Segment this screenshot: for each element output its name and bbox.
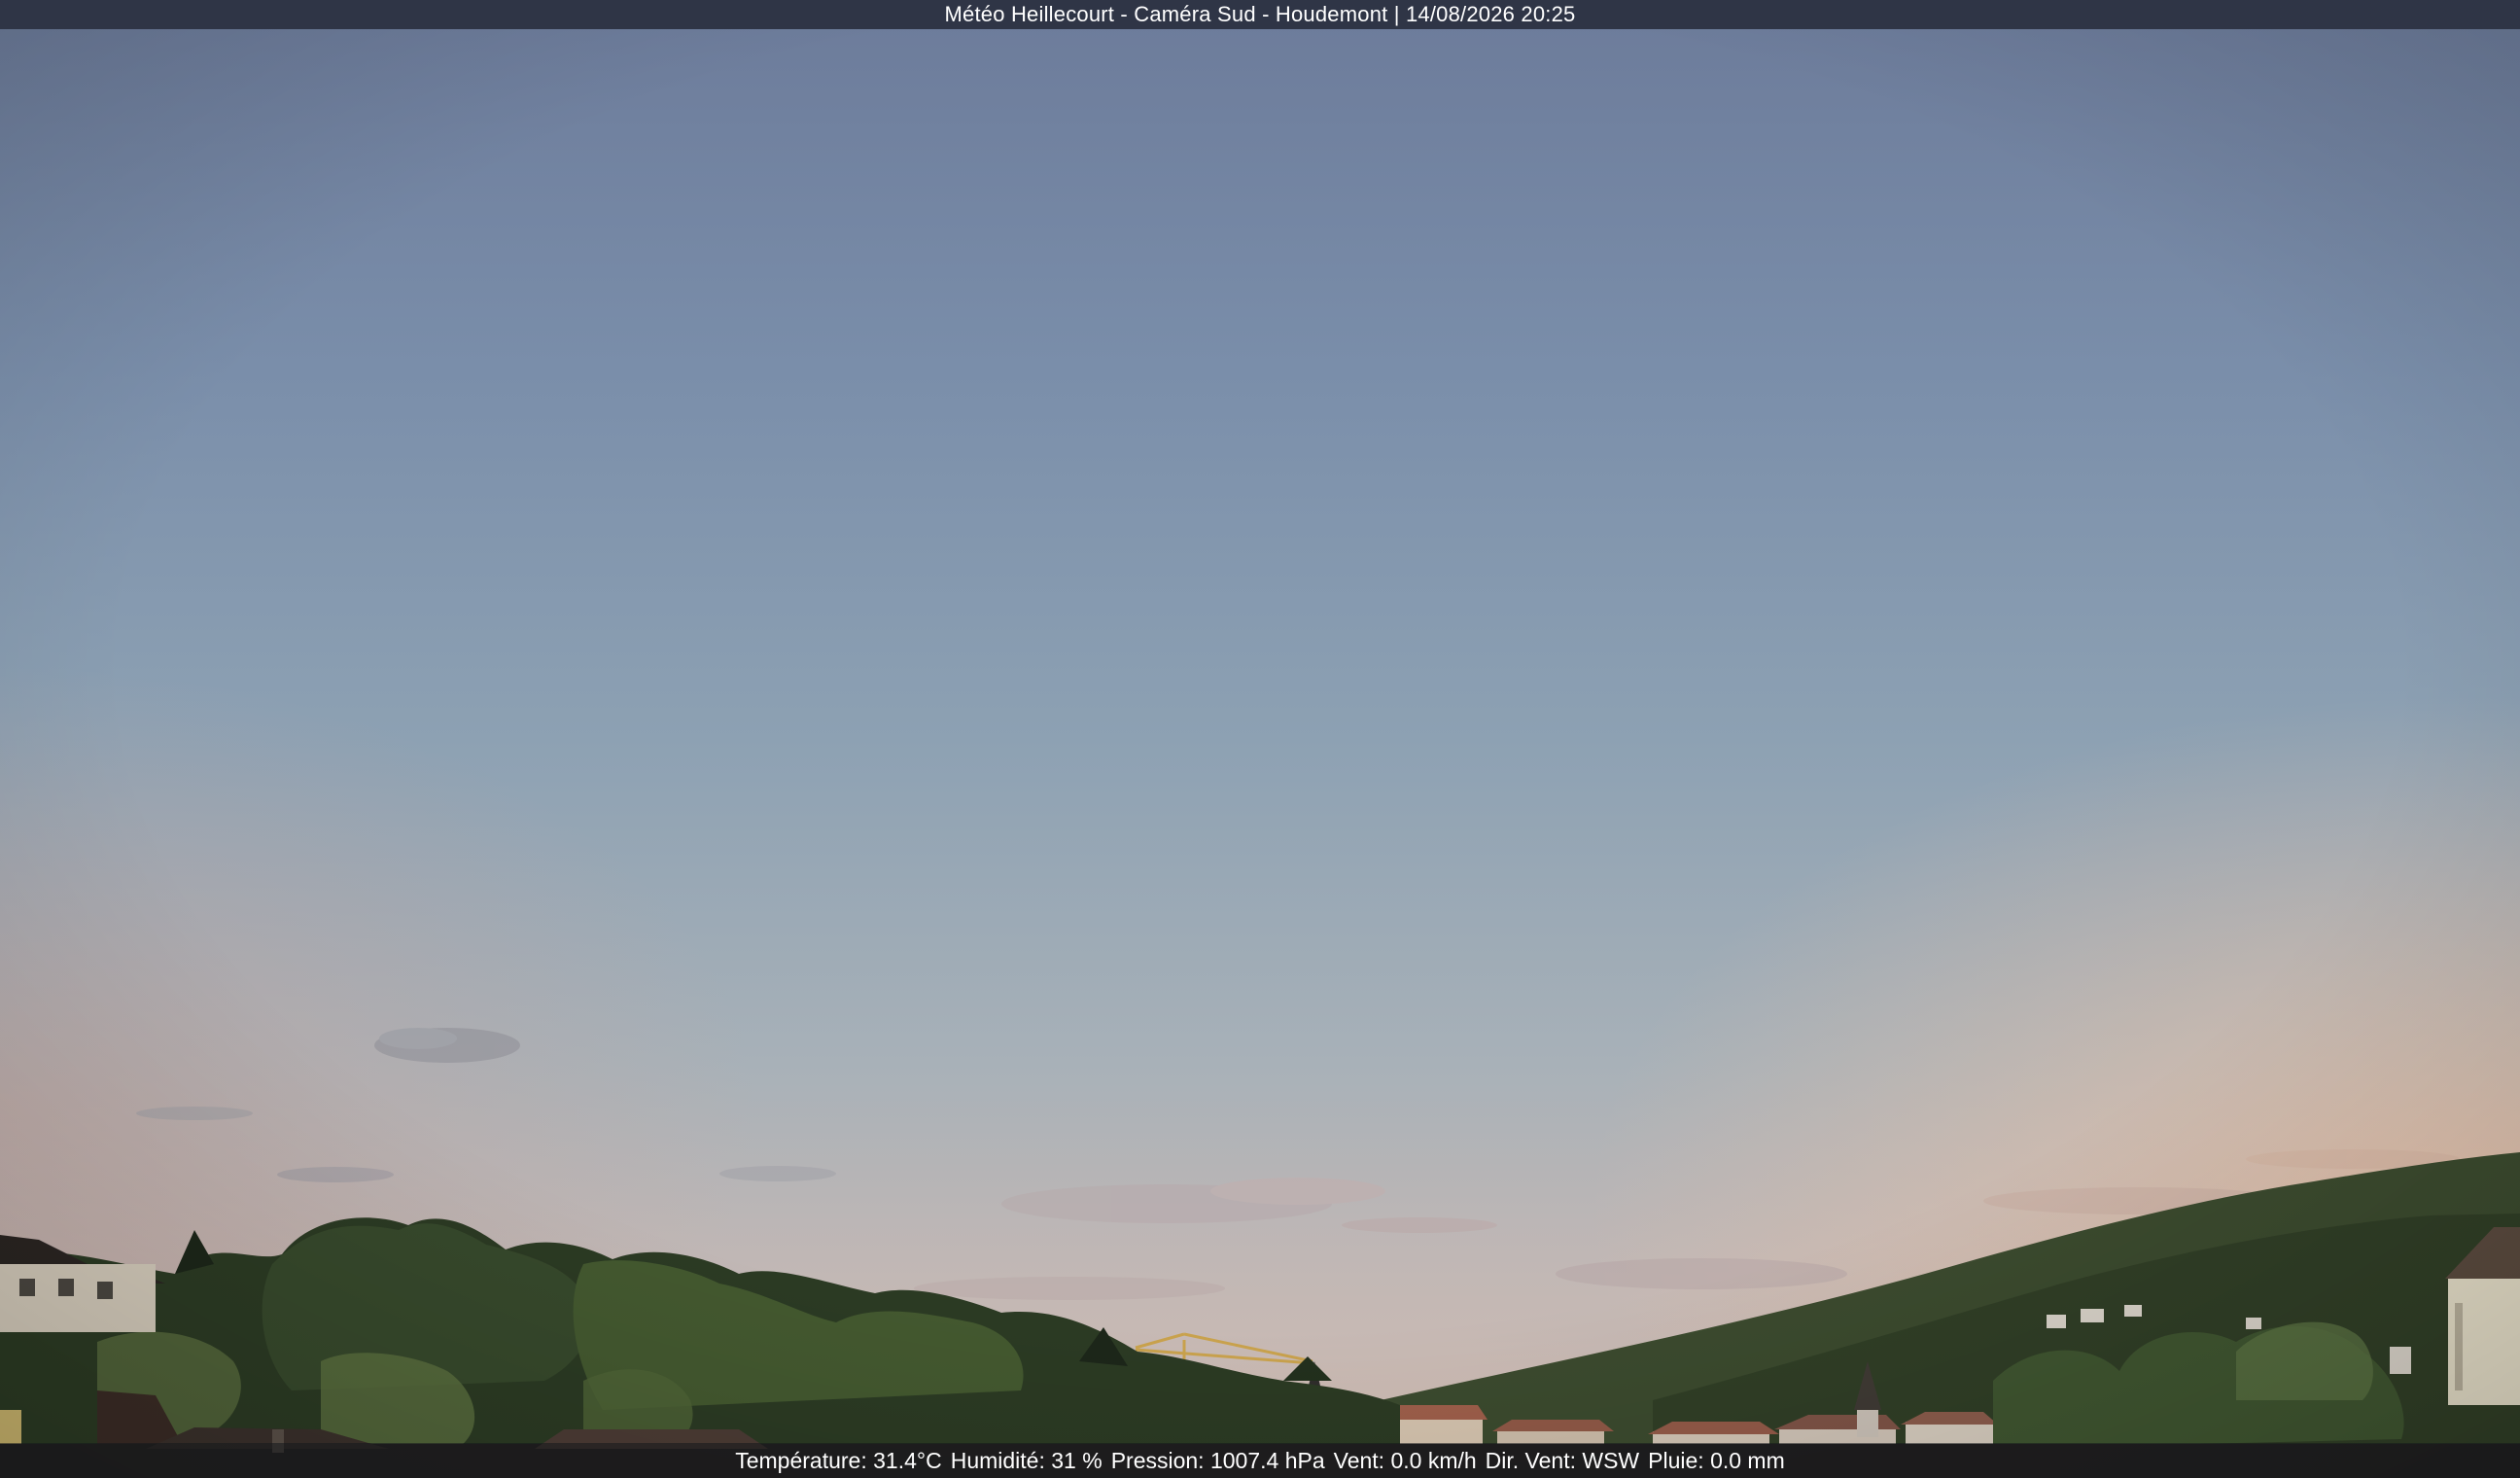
webcam-frame: Météo Heillecourt - Caméra Sud - Houdemo…: [0, 0, 2520, 1478]
humidity-reading: Humidité: 31 %: [950, 1447, 1102, 1473]
wind-speed-reading: Vent: 0.0 km/h: [1333, 1447, 1477, 1473]
weather-readings-bar: Température: 31.4°C Humidité: 31 % Press…: [0, 1443, 2520, 1478]
wind-direction-reading: Dir. Vent: WSW: [1485, 1447, 1640, 1473]
rain-reading: Pluie: 0.0 mm: [1648, 1447, 1785, 1473]
camera-title-bar: Météo Heillecourt - Caméra Sud - Houdemo…: [0, 0, 2520, 29]
temperature-reading: Température: 31.4°C: [735, 1447, 942, 1473]
webcam-landscape-image: [0, 0, 2520, 1478]
pressure-reading: Pression: 1007.4 hPa: [1110, 1447, 1325, 1473]
camera-caption: Météo Heillecourt - Caméra Sud - Houdemo…: [944, 2, 1576, 26]
